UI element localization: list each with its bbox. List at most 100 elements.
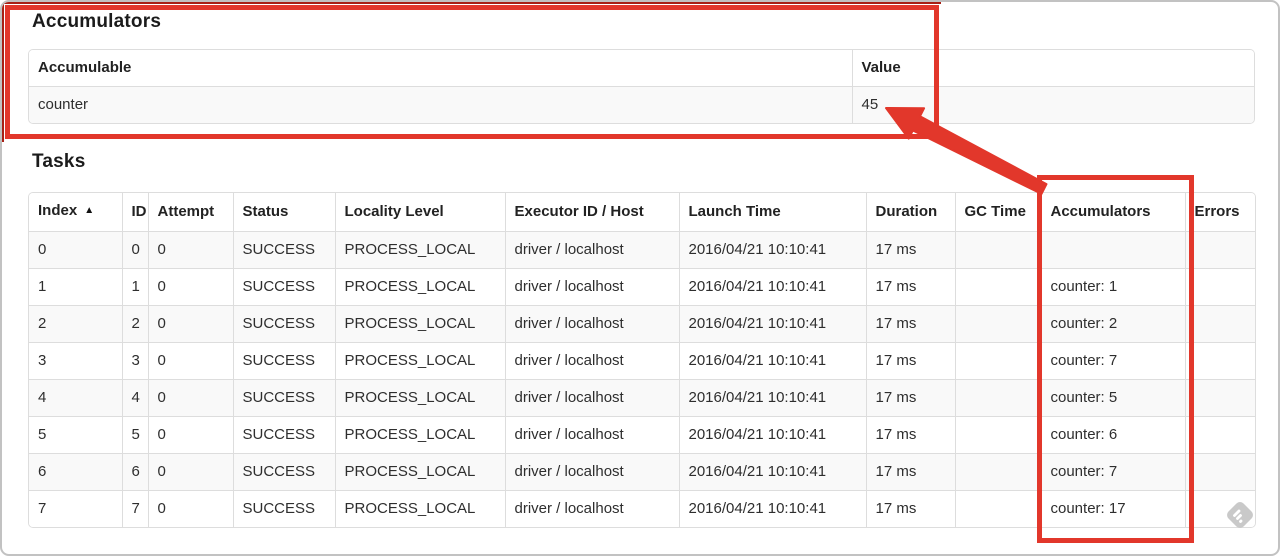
index-column-header[interactable]: Index ▲ [29,193,122,232]
annotation-clipped-edge-top [2,2,941,4]
value-column-header: Value [851,50,1254,87]
launch-time-cell: 2016/04/21 10:10:41 [678,453,866,491]
accumulators-table: Accumulable Value counter 45 [28,49,1255,124]
accumulators-cell: counter: 7 [1040,342,1185,380]
gc-time-cell [954,379,1041,417]
errors-cell [1184,416,1255,454]
errors-cell [1184,342,1255,380]
launch-time-cell: 2016/04/21 10:10:41 [678,379,866,417]
duration-column-header[interactable]: Duration [865,193,955,232]
attempt-cell: 0 [147,379,233,417]
gc-time-cell [954,342,1041,380]
executor-id-host-cell: driver / localhost [504,342,679,380]
accumulable-value-cell: 45 [851,86,1254,123]
duration-cell: 17 ms [865,231,955,269]
executor-id-host-cell: driver / localhost [504,416,679,454]
id-column-header[interactable]: ID [121,193,148,232]
status-cell: SUCCESS [232,490,335,527]
accumulators-cell: counter: 17 [1040,490,1185,527]
executor-id-host-cell: driver / localhost [504,231,679,269]
locality-level-column-header[interactable]: Locality Level [334,193,505,232]
attempt-cell: 0 [147,342,233,380]
attempt-cell: 0 [147,268,233,306]
sort-ascending-icon: ▲ [84,205,95,216]
accumulable-column-header: Accumulable [29,50,852,87]
table-row: 7 7 0 SUCCESS PROCESS_LOCAL driver / loc… [29,490,1255,527]
id-cell: 2 [121,305,148,343]
executor-id-host-cell: driver / localhost [504,305,679,343]
attempt-cell: 0 [147,305,233,343]
status-cell: SUCCESS [232,453,335,491]
gc-time-cell [954,490,1041,527]
tasks-table: Index ▲ ID Attempt Status Locality Level … [28,192,1256,528]
attempt-cell: 0 [147,453,233,491]
accumulators-header-row: Accumulable Value [29,50,1254,87]
index-cell: 0 [29,231,122,269]
duration-cell: 17 ms [865,416,955,454]
locality-level-cell: PROCESS_LOCAL [334,231,505,269]
errors-cell [1184,379,1255,417]
tasks-section-title: Tasks [32,151,86,172]
accumulators-section-title: Accumulators [32,11,162,32]
accumulator-row: counter 45 [29,86,1254,123]
accumulators-cell: counter: 1 [1040,268,1185,306]
gc-time-cell [954,268,1041,306]
locality-level-cell: PROCESS_LOCAL [334,453,505,491]
tasks-table-body: 0 0 0 SUCCESS PROCESS_LOCAL driver / loc… [29,231,1255,527]
index-cell: 4 [29,379,122,417]
launch-time-cell: 2016/04/21 10:10:41 [678,342,866,380]
status-cell: SUCCESS [232,305,335,343]
duration-cell: 17 ms [865,379,955,417]
spark-ui-page: Accumulators Accumulable Value counter 4… [0,0,1280,556]
id-cell: 0 [121,231,148,269]
accumulators-cell: counter: 2 [1040,305,1185,343]
duration-cell: 17 ms [865,305,955,343]
locality-level-cell: PROCESS_LOCAL [334,379,505,417]
errors-cell [1184,305,1255,343]
status-column-header[interactable]: Status [232,193,335,232]
launch-time-cell: 2016/04/21 10:10:41 [678,231,866,269]
errors-cell [1184,231,1255,269]
gc-time-cell [954,231,1041,269]
id-cell: 7 [121,490,148,527]
attempt-cell: 0 [147,231,233,269]
launch-time-cell: 2016/04/21 10:10:41 [678,305,866,343]
gc-time-cell [954,305,1041,343]
duration-cell: 17 ms [865,268,955,306]
executor-id-host-cell: driver / localhost [504,453,679,491]
table-row: 3 3 0 SUCCESS PROCESS_LOCAL driver / loc… [29,342,1255,380]
table-row: 0 0 0 SUCCESS PROCESS_LOCAL driver / loc… [29,231,1255,269]
launch-time-cell: 2016/04/21 10:10:41 [678,268,866,306]
duration-cell: 17 ms [865,453,955,491]
locality-level-cell: PROCESS_LOCAL [334,305,505,343]
locality-level-cell: PROCESS_LOCAL [334,416,505,454]
index-cell: 1 [29,268,122,306]
attempt-column-header[interactable]: Attempt [147,193,233,232]
table-row: 6 6 0 SUCCESS PROCESS_LOCAL driver / loc… [29,453,1255,491]
gc-time-cell [954,453,1041,491]
table-row: 5 5 0 SUCCESS PROCESS_LOCAL driver / loc… [29,416,1255,454]
tasks-header-row: Index ▲ ID Attempt Status Locality Level … [29,193,1255,232]
locality-level-cell: PROCESS_LOCAL [334,490,505,527]
locality-level-cell: PROCESS_LOCAL [334,342,505,380]
id-cell: 6 [121,453,148,491]
errors-cell [1184,453,1255,491]
executor-id-host-column-header[interactable]: Executor ID / Host [504,193,679,232]
errors-cell [1184,268,1255,306]
index-cell: 2 [29,305,122,343]
accumulators-cell: counter: 5 [1040,379,1185,417]
table-row: 2 2 0 SUCCESS PROCESS_LOCAL driver / loc… [29,305,1255,343]
status-cell: SUCCESS [232,268,335,306]
attempt-cell: 0 [147,490,233,527]
duration-cell: 17 ms [865,490,955,527]
gc-time-column-header[interactable]: GC Time [954,193,1041,232]
errors-column-header[interactable]: Errors [1184,193,1255,232]
index-cell: 3 [29,342,122,380]
launch-time-cell: 2016/04/21 10:10:41 [678,416,866,454]
id-cell: 3 [121,342,148,380]
accumulators-column-header[interactable]: Accumulators [1040,193,1185,232]
id-cell: 1 [121,268,148,306]
gc-time-cell [954,416,1041,454]
launch-time-column-header[interactable]: Launch Time [678,193,866,232]
annotation-clipped-edge-left [2,2,4,142]
